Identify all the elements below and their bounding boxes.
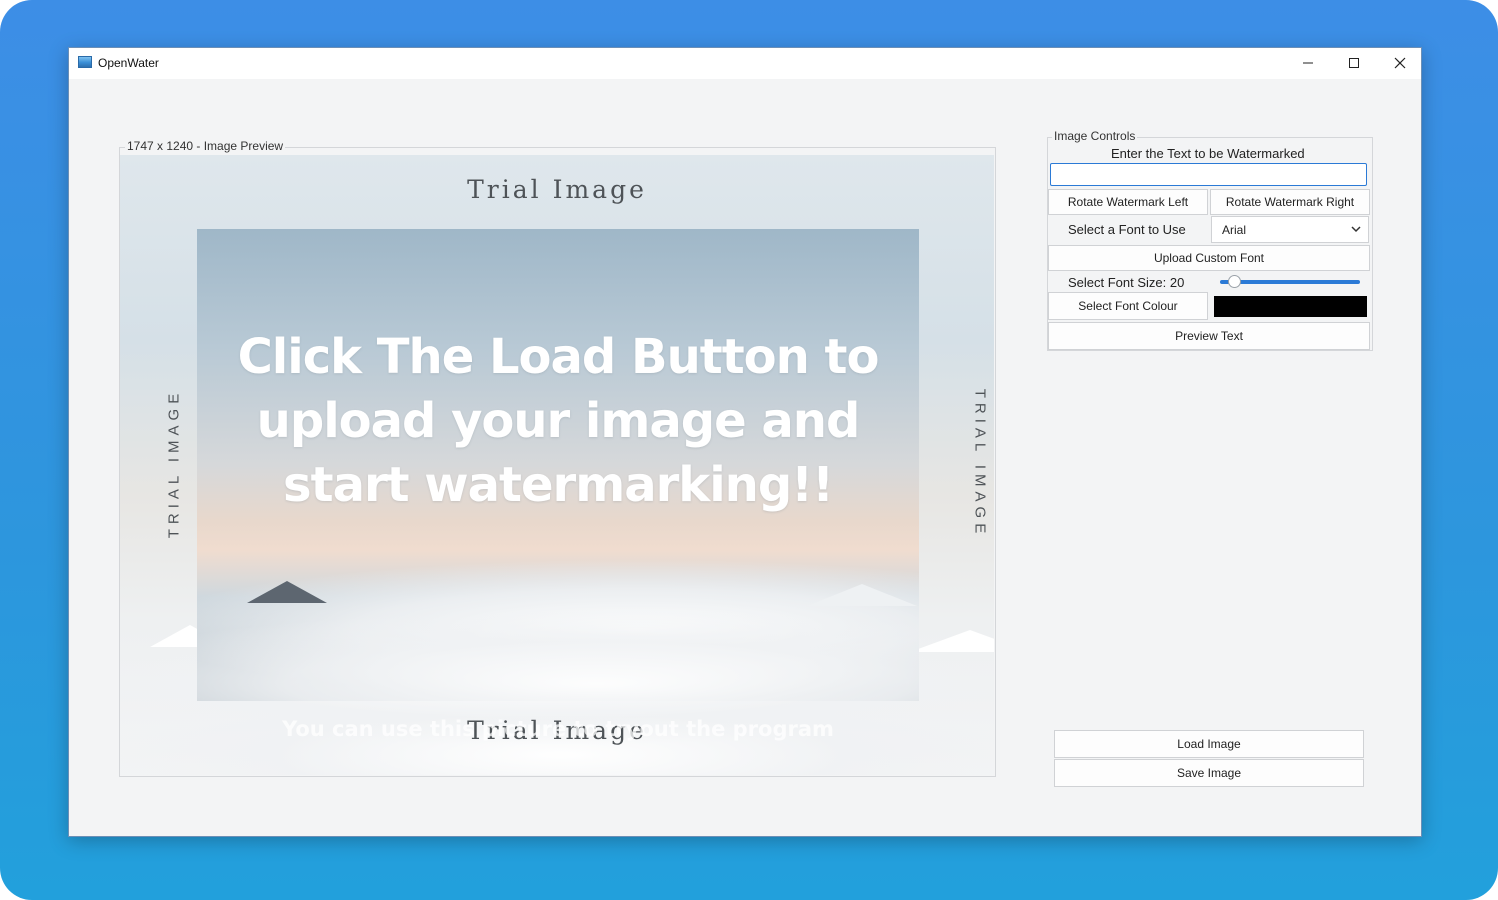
font-size-slider-track[interactable] — [1220, 280, 1360, 284]
font-size-label: Select Font Size: 20 — [1068, 275, 1185, 290]
watermark-top: Trial Image — [467, 175, 647, 204]
font-select-value: Arial — [1222, 222, 1247, 237]
font-colour-swatch — [1214, 296, 1367, 317]
watermark-text-label: Enter the Text to be Watermarked — [1111, 146, 1305, 161]
maximize-button[interactable] — [1331, 48, 1377, 78]
save-image-button[interactable]: Save Image — [1054, 759, 1364, 787]
image-controls-legend: Image Controls — [1052, 129, 1138, 143]
maximize-icon — [1349, 58, 1359, 68]
minimize-button[interactable] — [1285, 48, 1331, 78]
image-preview: Trial Image Trial Image TRIAL IMAGE TRIA… — [120, 155, 994, 775]
rotate-left-button[interactable]: Rotate Watermark Left — [1048, 189, 1208, 215]
title-bar[interactable]: OpenWater — [69, 48, 1421, 79]
watermark-right: TRIAL IMAGE — [971, 388, 989, 539]
cloud-layer — [197, 609, 919, 701]
upload-font-button[interactable]: Upload Custom Font — [1048, 245, 1370, 271]
mountain-peak — [247, 581, 327, 603]
app-window: OpenWater 1747 x 1240 - Image Preview Tr… — [68, 47, 1422, 837]
preview-subline: You can use this picture to tryout the p… — [282, 717, 834, 741]
watermark-text-input[interactable] — [1050, 163, 1367, 186]
close-button[interactable] — [1377, 48, 1423, 78]
chevron-down-icon — [1351, 226, 1361, 233]
mountain-peak — [807, 584, 917, 606]
load-image-button[interactable]: Load Image — [1054, 730, 1364, 758]
window-title: OpenWater — [98, 56, 159, 70]
font-size-slider-handle[interactable] — [1228, 275, 1241, 288]
image-preview-legend: 1747 x 1240 - Image Preview — [125, 139, 286, 153]
rotate-right-button[interactable]: Rotate Watermark Right — [1210, 189, 1370, 215]
select-font-colour-button[interactable]: Select Font Colour — [1048, 292, 1208, 320]
close-icon — [1394, 57, 1406, 69]
app-logo-icon — [78, 56, 92, 68]
watermark-left: TRIAL IMAGE — [165, 388, 183, 539]
font-select[interactable]: Arial — [1211, 216, 1369, 243]
preview-headline: Click The Load Button to upload your ima… — [237, 329, 880, 513]
font-select-label: Select a Font to Use — [1068, 222, 1186, 237]
mountain-peak — [910, 630, 994, 652]
minimize-icon — [1303, 62, 1313, 64]
preview-text-button[interactable]: Preview Text — [1048, 322, 1370, 350]
